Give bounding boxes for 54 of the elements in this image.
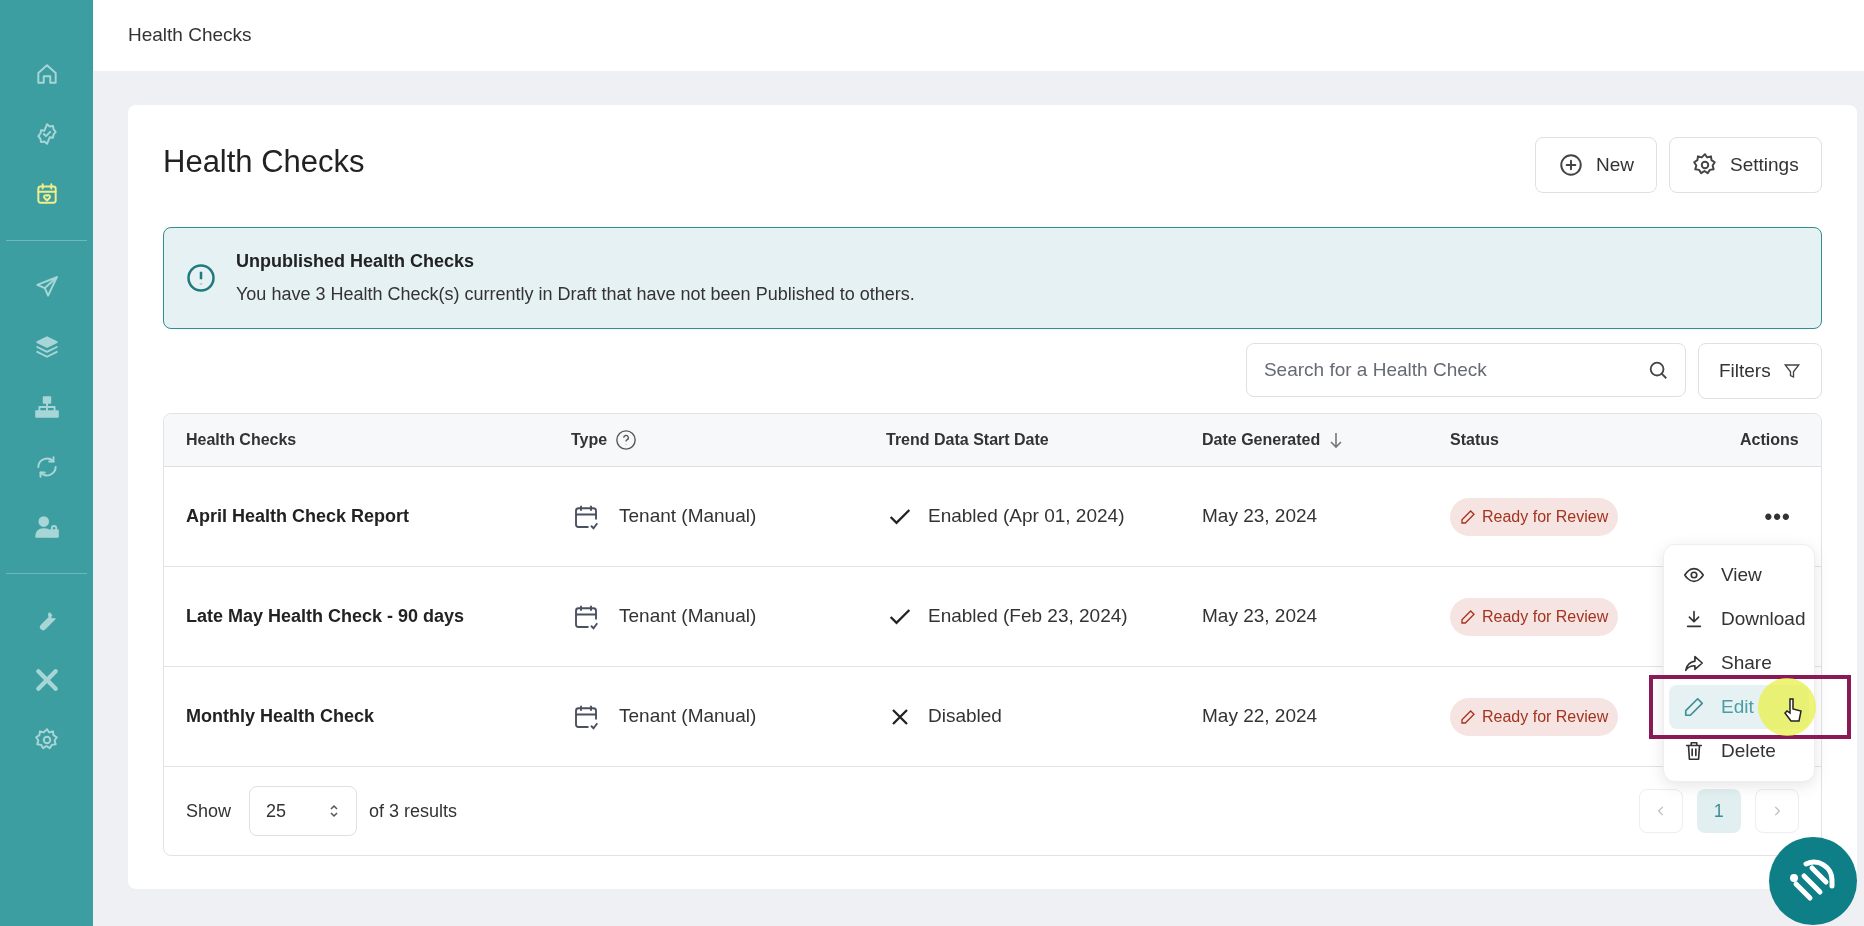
table-cell-text: Tenant (Manual) <box>619 704 757 729</box>
banner-message: You have 3 Health Check(s) currently in Draft that have not been Published to others. <box>236 283 915 306</box>
sort-arrow-icon[interactable] <box>1328 431 1345 449</box>
table-cell-text: May 23, 2024 <box>1202 604 1319 629</box>
column-header: Type <box>571 430 608 450</box>
toolbar-button[interactable]: Settings <box>1669 137 1822 193</box>
status-badge: Ready for Review <box>1450 597 1619 636</box>
pencil-icon <box>1460 708 1476 725</box>
pencil-icon <box>1460 608 1476 625</box>
hierarchy-icon <box>33 394 60 420</box>
menu-item[interactable]: Delete <box>1669 729 1809 773</box>
header-title: Health Checks <box>128 23 252 48</box>
previous-page-button[interactable] <box>1638 789 1683 833</box>
status-badge: Ready for Review <box>1450 697 1619 736</box>
plus-circle-icon <box>1558 152 1584 178</box>
user-lock-icon <box>33 514 60 540</box>
filter-icon <box>1782 362 1801 380</box>
paper-plane-icon <box>33 274 60 300</box>
page-title: Health Checks <box>163 143 365 181</box>
toolbar-button[interactable]: New <box>1535 137 1657 193</box>
pencil-icon <box>1460 508 1476 525</box>
chevron-updown-icon <box>328 803 341 819</box>
trash-icon <box>1683 740 1705 762</box>
search-field[interactable]: Search for a Health Check <box>1245 343 1686 397</box>
status-badge: Ready for Review <box>1450 497 1619 536</box>
show-label: Show <box>186 799 232 823</box>
table-cell-text: Tenant (Manual) <box>619 604 757 629</box>
layers-icon <box>33 334 60 360</box>
help-icon[interactable] <box>615 429 638 451</box>
banner-title: Unpublished Health Checks <box>236 250 476 273</box>
table-cell-text: Disabled <box>928 704 1002 729</box>
table-cell-text: May 22, 2024 <box>1202 704 1319 729</box>
pencil-icon <box>1683 696 1705 718</box>
column-header[interactable]: Date Generated <box>1202 428 1321 452</box>
column-header: Trend Data Start Date <box>886 430 1049 450</box>
results-count: of 3 results <box>369 799 458 823</box>
menu-item[interactable]: Share <box>1669 641 1809 685</box>
table-cell-text: April Health Check Report <box>186 505 411 528</box>
table-cell-text: Tenant (Manual) <box>619 504 757 529</box>
table-cell-text: Enabled (Feb 23, 2024) <box>928 604 1128 629</box>
next-page-button[interactable] <box>1754 789 1799 833</box>
column-header: Actions <box>1740 430 1799 450</box>
table-cell-text: Monthly Health Check <box>186 705 376 728</box>
menu-item[interactable]: Download <box>1669 597 1809 641</box>
table-cell-text: May 23, 2024 <box>1202 504 1319 529</box>
info-icon <box>186 263 216 293</box>
more-actions-button[interactable]: ••• <box>1764 500 1791 533</box>
table-cell-text: Enabled (Apr 01, 2024) <box>928 504 1125 529</box>
table-cell-text: Late May Health Check - 90 days <box>186 605 466 628</box>
filters-button[interactable]: Filters <box>1697 343 1822 399</box>
column-header: Status <box>1450 430 1499 450</box>
column-header: Health Checks <box>186 430 297 450</box>
menu-item[interactable]: View <box>1669 553 1809 597</box>
page-size-select[interactable]: 25 <box>249 786 358 836</box>
